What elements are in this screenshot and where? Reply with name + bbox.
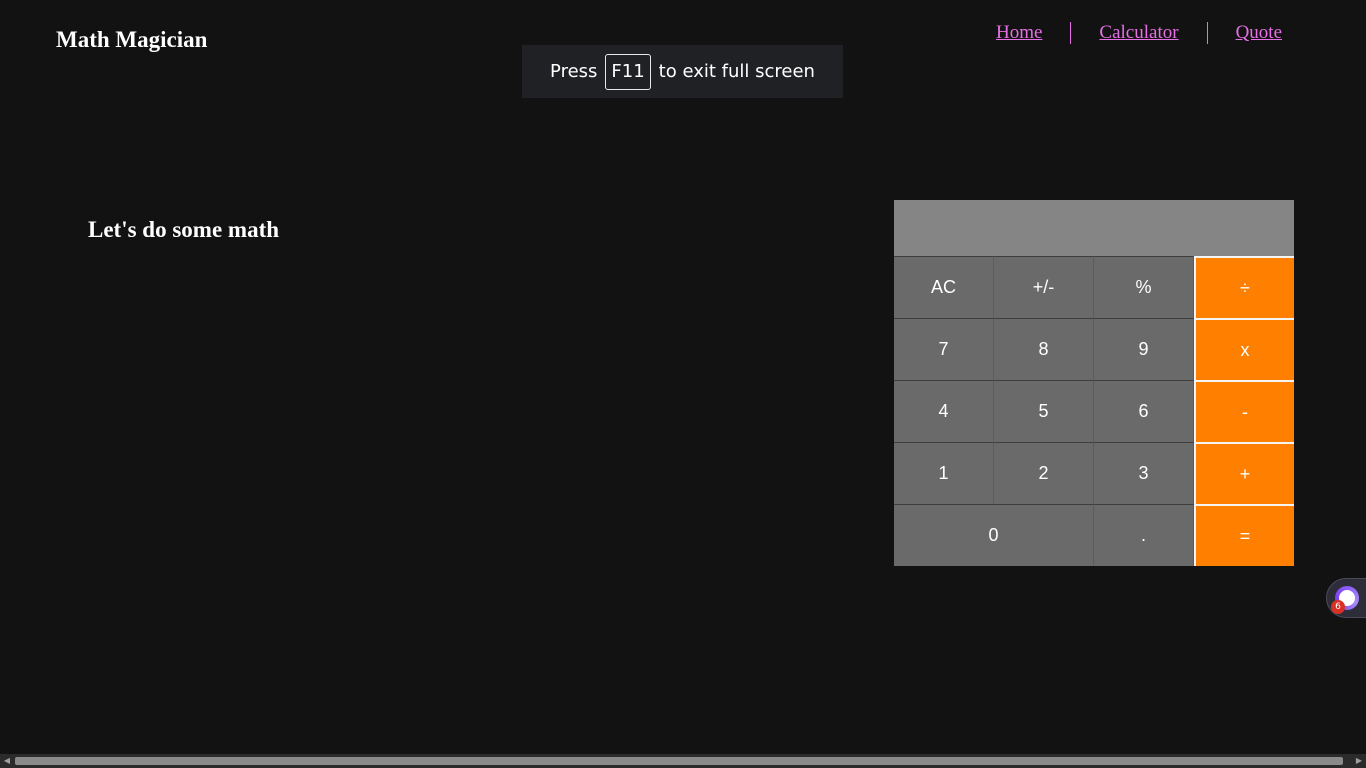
minus-button[interactable]: -	[1194, 380, 1294, 442]
calculator: AC +/- % ÷ 7 8 9 x 4 5 6 - 1 2 3 + 0 . =	[894, 200, 1294, 566]
scrollbar-thumb[interactable]	[15, 757, 1343, 765]
calculator-display	[894, 200, 1294, 256]
fullscreen-notice: Press F11 to exit full screen	[522, 45, 843, 98]
main-nav: Home Calculator Quote	[996, 22, 1310, 44]
multiply-button[interactable]: x	[1194, 318, 1294, 380]
percent-button[interactable]: %	[1094, 256, 1194, 318]
equals-button[interactable]: =	[1194, 504, 1294, 566]
page-heading: Let's do some math	[88, 217, 280, 242]
digit-9-button[interactable]: 9	[1094, 318, 1194, 380]
digit-0-button[interactable]: 0	[894, 504, 1094, 566]
digit-6-button[interactable]: 6	[1094, 380, 1194, 442]
digit-8-button[interactable]: 8	[994, 318, 1094, 380]
sign-toggle-button[interactable]: +/-	[994, 256, 1094, 318]
assistant-widget[interactable]: 6	[1326, 578, 1366, 618]
decimal-button[interactable]: .	[1094, 504, 1194, 566]
notification-badge: 6	[1331, 600, 1345, 614]
brand-title: Math Magician	[56, 27, 208, 52]
ac-button[interactable]: AC	[894, 256, 994, 318]
nav-link-home[interactable]: Home	[996, 22, 1070, 44]
page: Math Magician Home Calculator Quote Pres…	[0, 0, 1366, 768]
fullscreen-notice-prefix: Press	[550, 61, 598, 82]
fullscreen-notice-suffix: to exit full screen	[658, 61, 815, 82]
scroll-right-arrow-icon[interactable]: ▶	[1352, 754, 1366, 768]
digit-1-button[interactable]: 1	[894, 442, 994, 504]
horizontal-scrollbar[interactable]: ◀ ▶	[0, 754, 1366, 768]
digit-3-button[interactable]: 3	[1094, 442, 1194, 504]
nav-link-quote[interactable]: Quote	[1208, 22, 1310, 44]
divide-button[interactable]: ÷	[1194, 256, 1294, 318]
plus-button[interactable]: +	[1194, 442, 1294, 504]
digit-7-button[interactable]: 7	[894, 318, 994, 380]
digit-4-button[interactable]: 4	[894, 380, 994, 442]
scroll-left-arrow-icon[interactable]: ◀	[0, 754, 14, 768]
nav-link-calculator[interactable]: Calculator	[1071, 22, 1206, 44]
calculator-keypad: AC +/- % ÷ 7 8 9 x 4 5 6 - 1 2 3 + 0 . =	[894, 256, 1294, 566]
digit-5-button[interactable]: 5	[994, 380, 1094, 442]
digit-2-button[interactable]: 2	[994, 442, 1094, 504]
fullscreen-notice-key: F11	[605, 53, 651, 90]
